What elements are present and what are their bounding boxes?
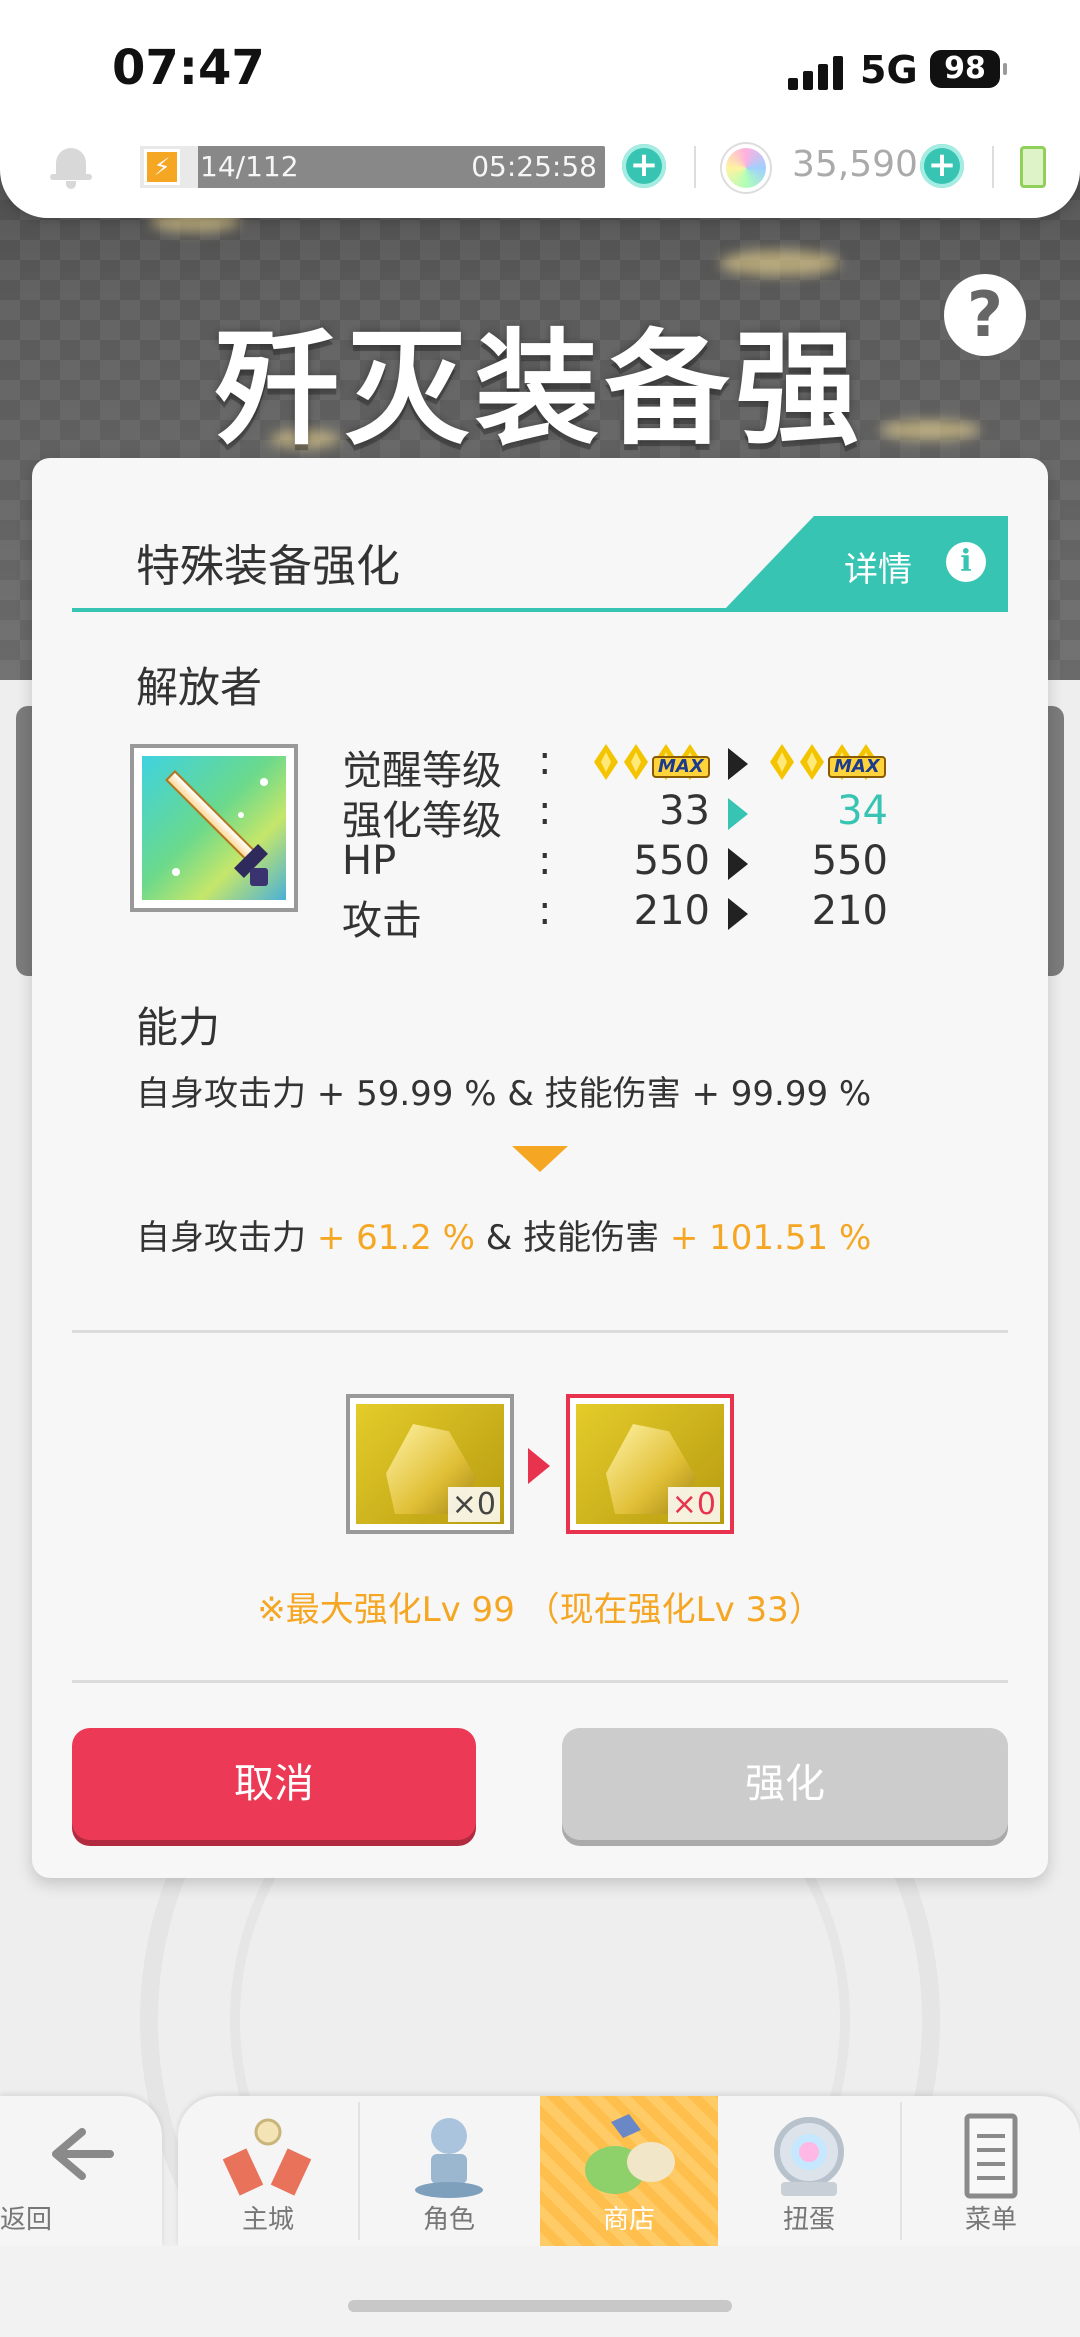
- max-level-note: ※最大强化Lv 99 （现在强化Lv 33）: [257, 1590, 823, 1630]
- material-count: ×0: [667, 1487, 720, 1522]
- back-button[interactable]: 返回: [0, 2096, 162, 2246]
- stat-row-attack: 攻击 : 210 210: [342, 888, 942, 944]
- signal-icon: [788, 56, 844, 90]
- dialog-title: 特殊装备强化: [136, 541, 400, 592]
- bg-glow: [720, 250, 840, 276]
- stat-row-hp: HP : 550 550: [342, 838, 942, 888]
- nav-label: 商店: [602, 2205, 655, 2235]
- ability-new: 自身攻击力 + 61.2 % & 技能伤害 + 101.51 %: [136, 1210, 871, 1259]
- nav-label: 主城: [241, 2205, 294, 2235]
- ability-new-value: + 61.2 %: [316, 1218, 475, 1258]
- stat-name: 攻击: [342, 898, 422, 944]
- top-bar: 07:47 5G 98 ⚡ 14/112 05:25:58 + 35,590 +: [0, 0, 1080, 218]
- divider: [694, 146, 696, 188]
- down-arrow-icon: [512, 1146, 568, 1172]
- arrow-icon: [728, 798, 748, 830]
- nav-label: 返回: [0, 2205, 53, 2235]
- nav-label: 菜单: [964, 2205, 1017, 2235]
- enhance-button[interactable]: 强化: [562, 1728, 1008, 1840]
- material-current-slot[interactable]: ×0: [346, 1394, 514, 1534]
- stat-new: 210: [811, 888, 888, 934]
- nav-item-character[interactable]: 角色: [360, 2096, 538, 2246]
- stat-new: 34: [837, 788, 888, 834]
- nav-item-shop[interactable]: 商店: [540, 2096, 718, 2246]
- stamina-bar: ⚡ 14/112 05:25:58: [140, 146, 605, 188]
- bottom-nav: 返回 主城 角色 商店 扭蛋 菜单: [0, 2096, 1080, 2246]
- nav-label: 角色: [422, 2205, 475, 2235]
- notification-bell-icon[interactable]: [50, 148, 92, 189]
- arrow-icon: [728, 748, 748, 780]
- material-count: ×0: [447, 1487, 500, 1522]
- arrow-icon: [728, 848, 748, 880]
- nav-item-gacha[interactable]: 扭蛋: [720, 2096, 898, 2246]
- back-arrow-icon: [52, 2128, 114, 2180]
- stat-current: 210: [633, 888, 710, 934]
- crystal-icon: ×0: [576, 1404, 724, 1524]
- stat-name: HP: [342, 838, 397, 884]
- castle-icon: [222, 2118, 312, 2196]
- nav-label: 扭蛋: [782, 2205, 835, 2235]
- nav-item-castle[interactable]: 主城: [178, 2096, 358, 2246]
- ability-new-text: & 技能伤害: [474, 1218, 670, 1258]
- add-stamina-button[interactable]: +: [622, 144, 666, 188]
- stat-colon: :: [538, 788, 552, 834]
- gem-icon: [722, 144, 770, 192]
- add-gems-button[interactable]: +: [920, 144, 964, 188]
- stat-current: 33: [659, 788, 710, 834]
- stat-colon: :: [538, 738, 552, 784]
- stat-colon: :: [538, 838, 552, 884]
- ability-new-value: + 101.51 %: [669, 1218, 872, 1258]
- gem-count: 35,590: [792, 144, 918, 185]
- character-icon: [415, 2118, 483, 2198]
- header-underline: [72, 608, 1008, 612]
- shop-icon: [585, 2114, 675, 2194]
- nav-item-menu[interactable]: 菜单: [902, 2096, 1080, 2246]
- stat-row-enhance-level: 强化等级 : 33 34: [342, 788, 942, 844]
- stat-row-awakening: 觉醒等级 : MAX MAX: [342, 738, 942, 794]
- clock: 07:47: [112, 40, 265, 96]
- material-required-slot[interactable]: ×0: [566, 1394, 734, 1534]
- divider: [72, 1680, 1008, 1683]
- stat-colon: :: [538, 888, 552, 934]
- nav-tabs: 主城 角色 商店 扭蛋 菜单: [178, 2096, 1080, 2246]
- divider: [72, 1330, 1008, 1333]
- stamina-value: 14/112: [200, 150, 299, 183]
- gacha-icon: [774, 2117, 844, 2196]
- equipment-slot[interactable]: [130, 744, 298, 912]
- battery-icon: 98: [930, 50, 1007, 88]
- ability-new-text: 自身攻击力: [136, 1218, 317, 1258]
- stamina-timer: 05:25:58: [471, 150, 597, 183]
- enhance-dialog: 特殊装备强化 详情 i 解放者 觉醒等级 : MAX MAX 强化等级: 33…: [32, 458, 1048, 1878]
- max-badge: MAX: [828, 756, 886, 778]
- stat-new: 550: [811, 838, 888, 884]
- lightning-icon: ⚡: [144, 149, 180, 185]
- max-badge: MAX: [652, 756, 710, 778]
- stat-current: 550: [633, 838, 710, 884]
- divider: [992, 146, 994, 188]
- crystal-icon: ×0: [356, 1404, 504, 1524]
- liberator-label: 解放者: [136, 663, 263, 712]
- info-icon[interactable]: i: [946, 542, 986, 582]
- help-button[interactable]: ?: [944, 274, 1026, 356]
- device-battery-icon: [1020, 146, 1046, 188]
- network-type: 5G: [860, 48, 918, 92]
- sword-icon: [142, 756, 286, 900]
- ability-current: 自身攻击力 + 59.99 % & 技能伤害 + 99.99 %: [136, 1074, 872, 1114]
- arrow-icon: [528, 1448, 550, 1484]
- cancel-button[interactable]: 取消: [72, 1728, 476, 1840]
- home-indicator[interactable]: [348, 2300, 732, 2312]
- arrow-icon: [728, 898, 748, 930]
- bottom-safe-area: [0, 2246, 1080, 2337]
- ability-label: 能力: [136, 1003, 221, 1052]
- details-label[interactable]: 详情: [844, 542, 912, 591]
- menu-icon: [964, 2113, 1018, 2199]
